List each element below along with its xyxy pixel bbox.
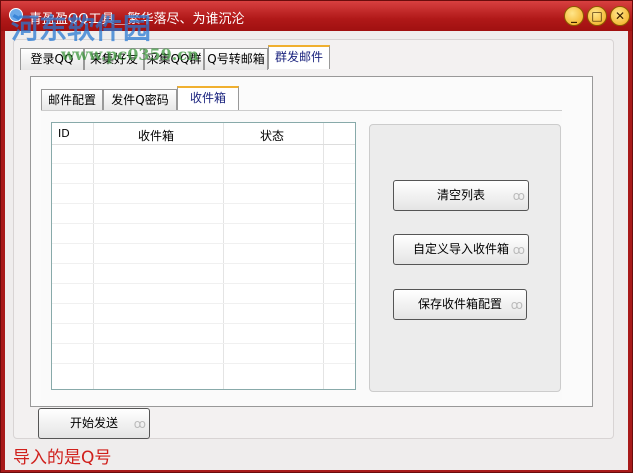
close-button[interactable]: ✕ [610,6,630,26]
recipient-list[interactable]: ID 收件箱 状态 [51,122,356,390]
title-bar: 青盈盈QQ工具＿繁华落尽、为谁沉沦 _ □ ✕ [1,1,632,31]
minimize-button[interactable]: _ [564,6,584,26]
clear-list-label: 清空列表 [436,188,485,202]
tab-mass-email[interactable]: 群发邮件 [268,45,330,69]
maximize-button[interactable]: □ [587,6,607,26]
column-inbox[interactable]: 收件箱 [138,127,174,144]
import-inbox-button[interactable]: 自定义导入收件箱 ꝏ [393,234,529,265]
column-status[interactable]: 状态 [260,127,284,144]
tab-mail-config[interactable]: 邮件配置 [41,89,103,111]
tab-login-qq[interactable]: 登录QQ [20,48,84,70]
status-text: 导入的是Q号 [13,448,112,468]
save-config-label: 保存收件箱配置 [417,297,502,311]
start-send-button[interactable]: 开始发送 ꝏ [38,408,150,439]
ornament-icon: ꝏ [512,189,525,203]
clear-list-button[interactable]: 清空列表 ꝏ [393,180,529,211]
start-send-label: 开始发送 [69,416,118,430]
app-icon [9,8,23,22]
tab-sender-password[interactable]: 发件Q密码 [103,89,177,111]
tab-inbox[interactable]: 收件箱 [177,86,239,110]
ornament-icon: ꝏ [510,298,523,312]
column-id[interactable]: ID [58,127,70,140]
import-inbox-label: 自定义导入收件箱 [412,242,509,256]
tab-qq-to-email[interactable]: Q号转邮箱 [204,48,268,70]
tab-collect-groups[interactable]: 采集QQ群 [144,48,204,70]
main-panel: 登录QQ 采集好友 采集QQ群 Q号转邮箱 群发邮件 邮件配置 发件Q密码 收件… [13,39,614,439]
tab-collect-friends[interactable]: 采集好友 [84,48,144,70]
save-inbox-config-button[interactable]: 保存收件箱配置 ꝏ [393,289,527,320]
window-title: 青盈盈QQ工具＿繁华落尽、为谁沉沦 [29,12,245,27]
client-area: 登录QQ 采集好友 采集QQ群 Q号转邮箱 群发邮件 邮件配置 发件Q密码 收件… [5,31,628,470]
ornament-icon: ꝏ [512,243,525,257]
app-window: 青盈盈QQ工具＿繁华落尽、为谁沉沦 _ □ ✕ 登录QQ 采集好友 采集QQ群 … [0,0,633,473]
mass-email-page: 邮件配置 发件Q密码 收件箱 ID 收件箱 状态 清空列表 ꝏ 自定义导入收件箱 ꝏ… [30,76,593,439]
list-header: ID 收件箱 状态 [52,123,355,145]
ornament-icon: ꝏ [133,417,146,431]
